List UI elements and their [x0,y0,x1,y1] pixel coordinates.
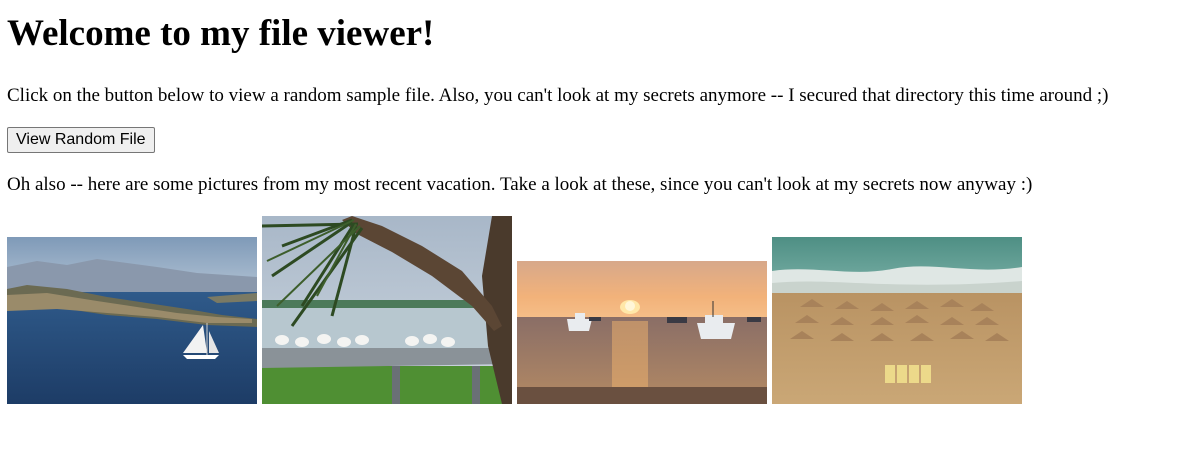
intro-text: Click on the button below to view a rand… [7,85,1109,106]
vacation-text: Oh also -- here are some pictures from m… [7,174,1033,195]
vacation-photo-sailboat [7,237,257,404]
vacation-photo-beach [772,237,1022,404]
vacation-photo-sunset [517,261,767,404]
view-random-file-button[interactable]: View Random File [7,127,155,153]
vacation-photo-seagulls [262,216,512,404]
page-title: Welcome to my file viewer! [7,13,435,54]
